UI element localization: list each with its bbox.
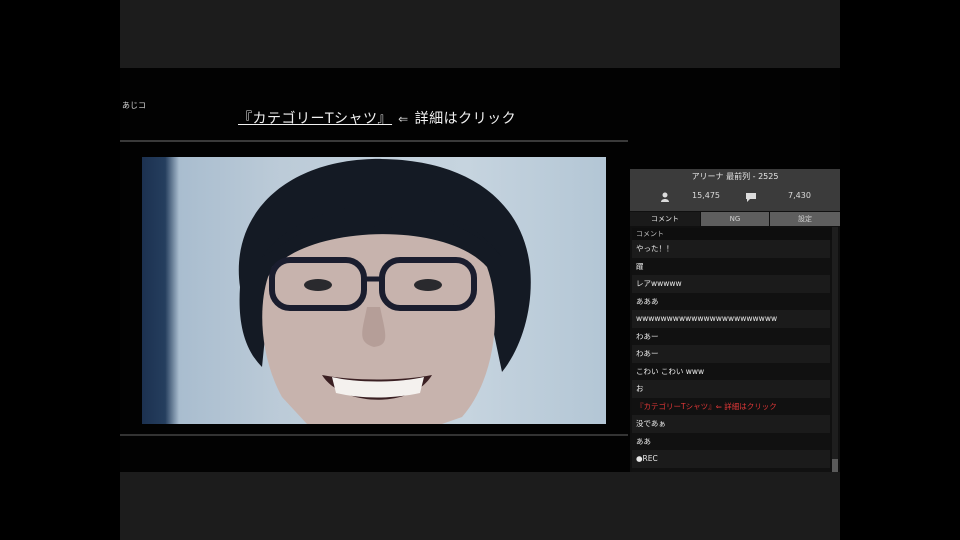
divider-top <box>120 140 628 142</box>
comment-tabs: コメント NG 設定 <box>630 212 840 226</box>
comment-panel-header: アリーナ 最前列 - 2525 15,475 7,430 <box>630 169 840 211</box>
comment-row[interactable]: wwwwwwwwwwwwwwwwwwwwwww <box>632 310 830 328</box>
comment-panel: アリーナ 最前列 - 2525 15,475 7,430 コメント NG 設定 <box>630 169 840 504</box>
comment-row[interactable]: ●REC <box>632 450 830 468</box>
comment-row[interactable]: わあー <box>632 345 830 363</box>
comment-row[interactable]: 没であぁ <box>632 415 830 433</box>
telop-banner[interactable]: 『カテゴリーTシャツ』 ⇐ 詳細はクリック <box>238 108 516 128</box>
arrow-left-icon: ⇐ <box>398 112 409 126</box>
column-header[interactable]: コメント <box>632 228 832 240</box>
letterbox-top <box>120 0 840 68</box>
comment-row[interactable]: レアwwwww <box>632 275 830 293</box>
face-image <box>238 158 531 424</box>
comment-row[interactable]: あああ <box>632 292 830 310</box>
video-frame[interactable] <box>142 157 606 424</box>
comment-row[interactable]: やった！！ <box>632 240 830 258</box>
comment-list: やった！！躍レアwwwww あああ wwwwwwwwwwwwwwwwwwwwwww わ… <box>632 240 830 503</box>
letterbox-bottom <box>120 472 840 540</box>
comment-count-icon <box>746 193 756 202</box>
comment-row[interactable]: こわい こわい www <box>632 362 830 380</box>
comment-row[interactable]: ああ <box>632 432 830 450</box>
telop-link[interactable]: 『カテゴリーTシャツ』 <box>238 111 392 127</box>
tab-comments[interactable]: コメント <box>630 212 700 226</box>
comment-row[interactable]: 『カテゴリーTシャツ』⇐ 詳細はクリック <box>632 397 830 415</box>
tab-ng[interactable]: NG <box>701 212 769 226</box>
channel-logo: あじコ <box>122 101 146 110</box>
viewer-count: 15,475 <box>692 191 720 200</box>
comment-row[interactable]: お <box>632 380 830 398</box>
viewers-icon <box>661 192 669 202</box>
stage: あじコ 『カテゴリーTシャツ』 ⇐ 詳細はクリック アリーナ 最前列 - 252… <box>120 68 840 504</box>
comment-count: 7,430 <box>788 191 811 200</box>
tab-settings[interactable]: 設定 <box>770 212 840 226</box>
comment-row[interactable]: 躍 <box>632 257 830 275</box>
stats-bar: 15,475 7,430 <box>630 191 840 205</box>
telop-text: 詳細はクリック <box>414 111 517 127</box>
video-player-frame: あじコ 『カテゴリーTシャツ』 ⇐ 詳細はクリック アリーナ 最前列 - 252… <box>120 0 840 540</box>
comment-row[interactable]: わあー <box>632 327 830 345</box>
divider-bottom <box>120 434 628 436</box>
vertical-scrollbar[interactable] <box>832 227 838 497</box>
room-title: アリーナ 最前列 - 2525 <box>691 172 779 181</box>
